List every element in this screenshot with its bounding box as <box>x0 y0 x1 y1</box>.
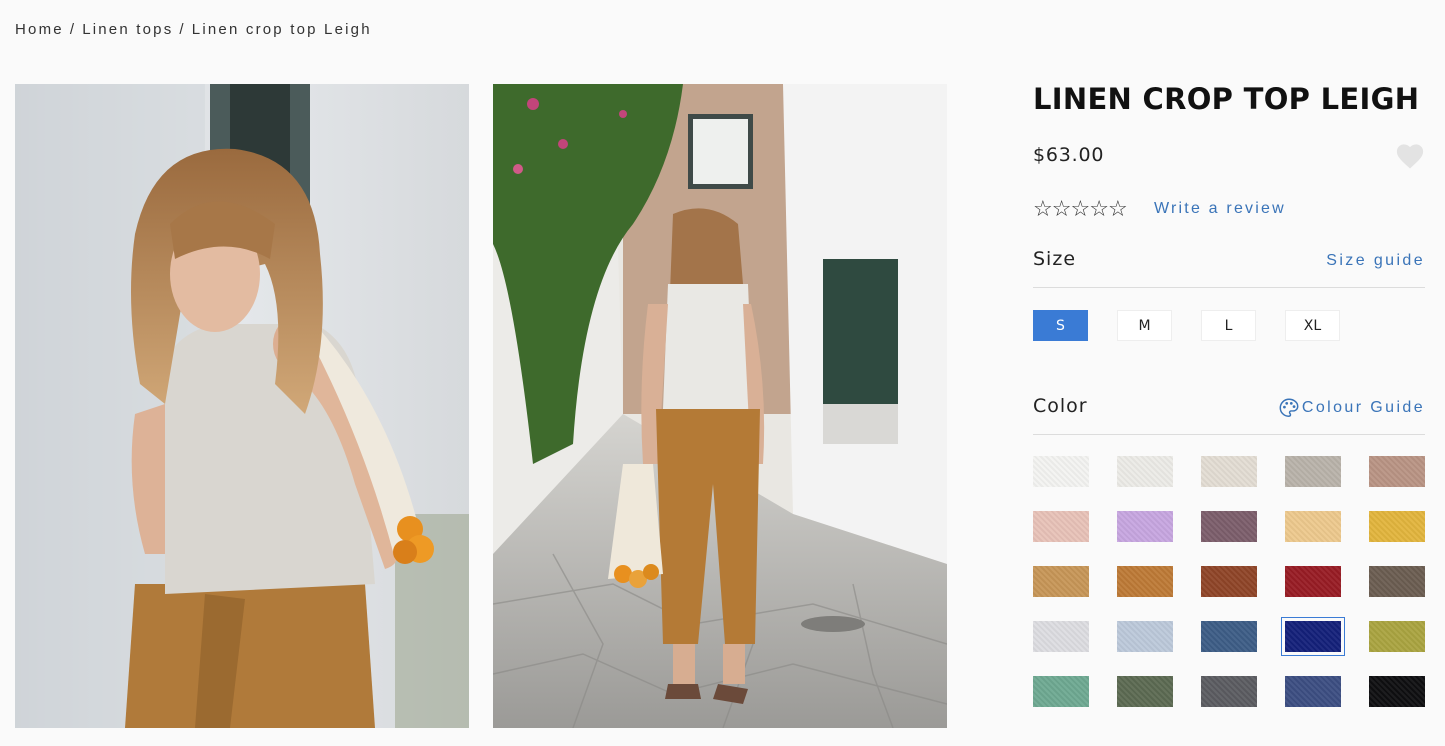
size-option-l[interactable]: L <box>1201 310 1256 341</box>
color-swatch[interactable] <box>1117 456 1173 487</box>
star-icon[interactable]: ☆ <box>1052 198 1072 222</box>
color-swatch-fill <box>1369 566 1425 597</box>
color-swatch[interactable] <box>1117 676 1173 707</box>
color-swatch[interactable] <box>1201 676 1257 707</box>
breadcrumb-current: Linen crop top Leigh <box>191 21 372 38</box>
color-label: Color <box>1033 395 1088 417</box>
color-swatch[interactable] <box>1369 456 1425 487</box>
product-photo-back[interactable] <box>493 84 947 728</box>
color-swatch[interactable] <box>1369 566 1425 597</box>
color-swatch-fill <box>1117 566 1173 597</box>
size-divider <box>1033 287 1425 288</box>
color-swatch-fill <box>1033 511 1089 542</box>
colour-guide-label: Colour Guide <box>1301 399 1425 416</box>
color-swatch-fill <box>1201 456 1257 487</box>
color-swatch-fill <box>1369 511 1425 542</box>
rating-stars[interactable]: ☆☆☆☆☆ <box>1033 198 1128 222</box>
color-swatch[interactable] <box>1285 676 1341 707</box>
color-swatch[interactable] <box>1201 456 1257 487</box>
colour-guide-link[interactable]: Colour Guide <box>1278 397 1425 419</box>
write-review-link[interactable]: Write a review <box>1154 200 1286 218</box>
size-guide-link[interactable]: Size guide <box>1326 252 1425 270</box>
color-swatch-fill <box>1369 676 1425 707</box>
color-swatch[interactable] <box>1033 676 1089 707</box>
color-swatch[interactable] <box>1201 511 1257 542</box>
star-icon[interactable]: ☆ <box>1089 198 1109 222</box>
color-swatch-fill <box>1033 456 1089 487</box>
color-swatch[interactable] <box>1285 456 1341 487</box>
heart-icon[interactable] <box>1395 142 1425 170</box>
color-swatch[interactable] <box>1285 566 1341 597</box>
color-swatch-fill <box>1201 511 1257 542</box>
color-swatch[interactable] <box>1201 566 1257 597</box>
size-label: Size <box>1033 248 1077 270</box>
color-swatch-fill <box>1033 676 1089 707</box>
product-photo-front[interactable] <box>15 84 469 728</box>
color-swatch[interactable] <box>1201 621 1257 652</box>
color-swatch-fill <box>1285 566 1341 597</box>
color-swatch-fill <box>1285 456 1341 487</box>
size-option-s[interactable]: S <box>1033 310 1088 341</box>
color-swatch-fill <box>1285 676 1341 707</box>
product-title: LINEN CROP TOP LEIGH <box>1033 82 1420 116</box>
color-swatch[interactable] <box>1281 617 1345 656</box>
product-price: $63.00 <box>1033 144 1105 166</box>
size-option-m[interactable]: M <box>1117 310 1172 341</box>
color-divider <box>1033 434 1425 435</box>
breadcrumb-separator: / <box>179 21 186 38</box>
color-swatches <box>1033 456 1425 707</box>
star-icon[interactable]: ☆ <box>1108 198 1128 222</box>
color-swatch[interactable] <box>1369 511 1425 542</box>
breadcrumb-separator: / <box>69 21 77 38</box>
breadcrumb-home[interactable]: Home <box>15 21 64 38</box>
color-swatch[interactable] <box>1033 621 1089 652</box>
color-swatch-fill <box>1285 511 1341 542</box>
color-swatch[interactable] <box>1033 511 1089 542</box>
color-swatch[interactable] <box>1117 621 1173 652</box>
color-swatch[interactable] <box>1117 566 1173 597</box>
color-swatch[interactable] <box>1033 566 1089 597</box>
color-swatch[interactable] <box>1033 456 1089 487</box>
color-swatch-fill <box>1117 511 1173 542</box>
star-icon[interactable]: ☆ <box>1070 198 1090 222</box>
palette-icon <box>1279 398 1299 417</box>
size-option-xl[interactable]: XL <box>1285 310 1340 341</box>
breadcrumb-linen-tops[interactable]: Linen tops <box>82 21 173 38</box>
color-swatch-fill <box>1117 456 1173 487</box>
size-options: S M L XL <box>1033 310 1340 341</box>
color-swatch[interactable] <box>1117 511 1173 542</box>
color-swatch-fill <box>1117 676 1173 707</box>
color-swatch[interactable] <box>1369 621 1425 652</box>
color-swatch-fill <box>1285 621 1341 652</box>
color-swatch-fill <box>1033 621 1089 652</box>
color-swatch-fill <box>1369 456 1425 487</box>
star-icon[interactable]: ☆ <box>1033 198 1053 222</box>
color-swatch[interactable] <box>1369 676 1425 707</box>
breadcrumb: Home / Linen tops / Linen crop top Leigh <box>15 21 372 38</box>
color-swatch[interactable] <box>1285 511 1341 542</box>
color-swatch-fill <box>1201 621 1257 652</box>
color-swatch-fill <box>1033 566 1089 597</box>
color-swatch-fill <box>1201 566 1257 597</box>
color-swatch-fill <box>1201 676 1257 707</box>
color-swatch-fill <box>1369 621 1425 652</box>
color-swatch-fill <box>1117 621 1173 652</box>
